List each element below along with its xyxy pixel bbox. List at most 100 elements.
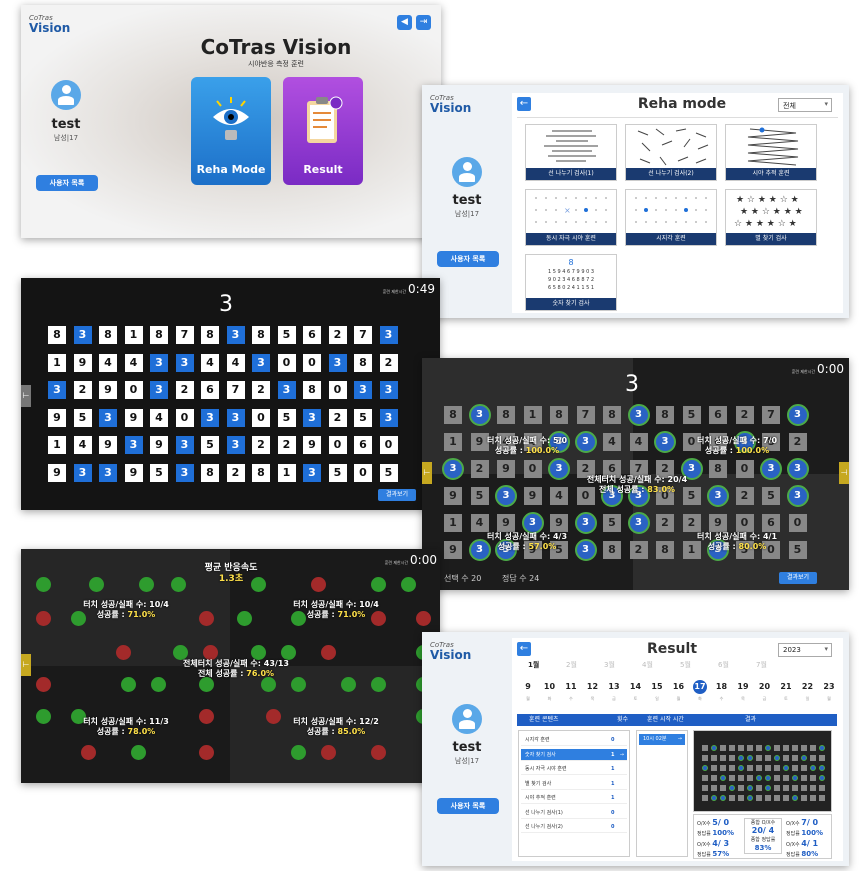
- grid-cell[interactable]: 5: [150, 463, 168, 482]
- grid-cell[interactable]: 7: [175, 326, 194, 344]
- grid-cell[interactable]: 4: [226, 353, 245, 372]
- grid-cell[interactable]: 3: [379, 381, 398, 399]
- day[interactable]: 23: [822, 680, 836, 694]
- grid-cell[interactable]: 9: [99, 381, 117, 399]
- green-dot[interactable]: [341, 677, 356, 692]
- grid-cell[interactable]: 3: [150, 353, 168, 372]
- result-card[interactable]: Result: [283, 77, 363, 185]
- day[interactable]: 11: [564, 680, 578, 694]
- grid-cell[interactable]: 3: [201, 408, 219, 427]
- grid-cell[interactable]: 2: [277, 436, 296, 454]
- grid-cell[interactable]: 1: [48, 353, 66, 372]
- tile-visual-tracking[interactable]: 시야 추적 훈련: [725, 124, 817, 181]
- red-dot[interactable]: [321, 745, 336, 760]
- grid-cell[interactable]: 9: [124, 463, 143, 482]
- grid-cell[interactable]: 3: [226, 408, 245, 427]
- grid-cell[interactable]: 9: [73, 353, 92, 372]
- left-drawer-tab[interactable]: ⊢: [21, 385, 31, 407]
- grid-cell[interactable]: 0: [252, 408, 270, 427]
- grid-cell[interactable]: 3: [303, 463, 321, 482]
- month-tab-active[interactable]: 1월: [528, 660, 539, 670]
- green-dot[interactable]: [371, 577, 386, 592]
- day-selected[interactable]: 17: [693, 680, 707, 694]
- grid-cell[interactable]: 3: [175, 353, 194, 372]
- grid-cell[interactable]: 4: [201, 353, 219, 372]
- list-item[interactable]: 동시 자극 시야 훈련 1: [521, 763, 627, 775]
- tile-line-bisect-1[interactable]: 선 나누기 검사(1): [525, 124, 617, 181]
- green-dot[interactable]: [237, 611, 252, 626]
- list-item[interactable]: 선 나누기 검사(1) 0: [521, 807, 627, 819]
- grid-cell[interactable]: 3: [328, 353, 347, 372]
- day[interactable]: 22: [801, 680, 815, 694]
- grid-cell[interactable]: 3: [277, 381, 296, 399]
- green-dot[interactable]: [281, 645, 296, 660]
- grid-cell[interactable]: 5: [328, 463, 347, 482]
- day[interactable]: 13: [607, 680, 621, 694]
- grid-cell[interactable]: 8: [354, 353, 372, 372]
- grid-cell[interactable]: 8: [201, 463, 219, 482]
- grid-cell[interactable]: 4: [99, 353, 117, 372]
- green-dot[interactable]: [173, 645, 188, 660]
- back-arrow-icon[interactable]: ←: [517, 642, 531, 656]
- green-dot[interactable]: [36, 709, 51, 724]
- green-dot[interactable]: [291, 745, 306, 760]
- grid-cell[interactable]: 1: [124, 326, 143, 344]
- grid-cell[interactable]: 9: [150, 436, 168, 454]
- month-tab[interactable]: 3월: [604, 660, 615, 670]
- month-tab[interactable]: 5월: [680, 660, 691, 670]
- red-dot[interactable]: [311, 577, 326, 592]
- tile-star-search[interactable]: ★ ☆ ★ ★ ☆ ★ ★ ★ ☆ ★ ★ ★ ☆ ★ ★ ★ ☆ ★ 별 찾기 검…: [725, 189, 817, 246]
- grid-cell[interactable]: 5: [277, 408, 296, 427]
- grid-cell[interactable]: 1: [277, 463, 296, 482]
- month-tab[interactable]: 2월: [566, 660, 577, 670]
- grid-cell[interactable]: 3: [252, 353, 270, 372]
- grid-cell[interactable]: 8: [99, 326, 117, 344]
- grid-cell[interactable]: 8: [150, 326, 168, 344]
- grid-cell[interactable]: 9: [48, 463, 66, 482]
- grid-cell[interactable]: 9: [124, 408, 143, 427]
- right-drawer-tab[interactable]: ⊣: [839, 462, 849, 484]
- day[interactable]: 9: [521, 680, 535, 694]
- grid-cell[interactable]: 5: [354, 408, 372, 427]
- grid-cell[interactable]: 4: [150, 408, 168, 427]
- sound-icon[interactable]: ◀: [397, 15, 412, 30]
- grid-cell[interactable]: 2: [226, 463, 245, 482]
- grid-cell[interactable]: 9: [303, 436, 321, 454]
- tile-number-search[interactable]: 8 1 5 9 4 6 7 9 9 0 3 9 0 2 3 4 6 8 8 7 …: [525, 254, 617, 311]
- reha-mode-card[interactable]: Reha Mode: [191, 77, 271, 185]
- grid-cell[interactable]: 2: [252, 381, 270, 399]
- green-dot[interactable]: [251, 645, 266, 660]
- grid-cell[interactable]: 2: [73, 381, 92, 399]
- green-dot[interactable]: [371, 677, 386, 692]
- list-item[interactable]: 시지각 훈련 0: [521, 734, 627, 746]
- day[interactable]: 15: [650, 680, 664, 694]
- green-dot[interactable]: [401, 577, 416, 592]
- grid-cell[interactable]: 8: [201, 326, 219, 344]
- green-dot[interactable]: [151, 677, 166, 692]
- green-dot[interactable]: [199, 677, 214, 692]
- grid-cell[interactable]: 0: [354, 463, 372, 482]
- green-dot[interactable]: [89, 577, 104, 592]
- list-item[interactable]: 별 찾기 검사 1: [521, 778, 627, 790]
- day[interactable]: 21: [779, 680, 793, 694]
- red-dot[interactable]: [116, 645, 131, 660]
- grid-cell[interactable]: 3: [99, 463, 117, 482]
- grid-cell[interactable]: 3: [175, 463, 194, 482]
- grid-cell[interactable]: 9: [48, 408, 66, 427]
- month-tab[interactable]: 4월: [642, 660, 653, 670]
- grid-cell[interactable]: 8: [252, 326, 270, 344]
- grid-cell[interactable]: 8: [48, 326, 66, 344]
- grid-cell[interactable]: 3: [226, 436, 245, 454]
- red-dot[interactable]: [36, 611, 51, 626]
- green-dot[interactable]: [131, 745, 146, 760]
- grid-cell[interactable]: 3: [303, 408, 321, 427]
- month-tab[interactable]: 6월: [718, 660, 729, 670]
- grid-cell[interactable]: 5: [73, 408, 92, 427]
- grid-cell[interactable]: 2: [328, 326, 347, 344]
- grid-cell[interactable]: 0: [328, 436, 347, 454]
- grid-cell[interactable]: 9: [99, 436, 117, 454]
- grid-cell[interactable]: 2: [252, 436, 270, 454]
- time-item[interactable]: 10시 02분 →: [639, 734, 685, 745]
- red-dot[interactable]: [371, 745, 386, 760]
- green-dot[interactable]: [36, 577, 51, 592]
